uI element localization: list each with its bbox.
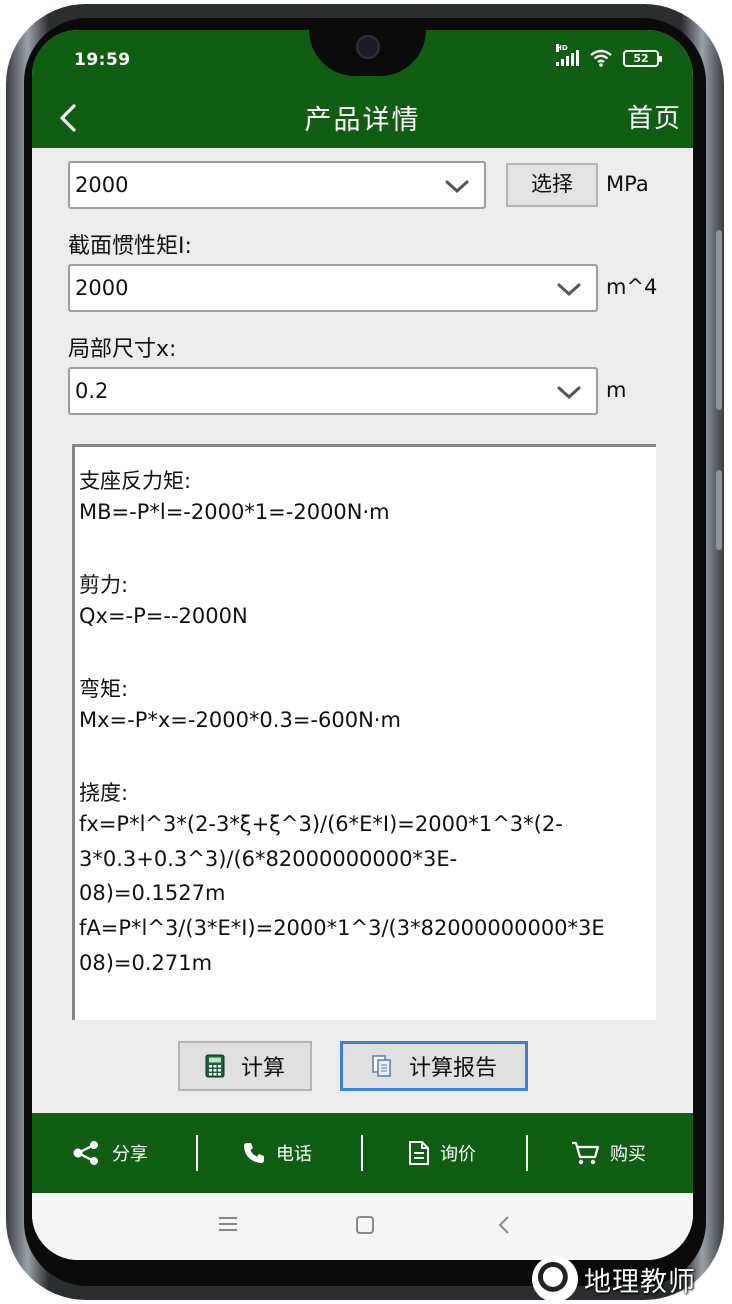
result-line: 08)=0.271m [79,951,213,975]
globe-icon [532,1256,578,1302]
home-square-icon[interactable] [354,1215,376,1235]
chevron-down-icon [557,386,581,400]
result-line: 剪力: [79,573,129,597]
phone-label: 电话 [276,1144,312,1165]
wifi-icon [590,49,612,67]
phone-screen: 19:59 HD 52 产品详情 首页 2000 选择 MPa 截面惯性矩I: … [32,30,693,1260]
inertia-label: 截面惯性矩I: [68,234,192,259]
result-line: 支座反力矩: [79,469,192,493]
copy-document-icon [372,1055,391,1077]
main-content: 2000 选择 MPa 截面惯性矩I: 2000 m^4 局部尺寸x: 0.2 … [32,148,693,1113]
result-line: fA=P*l^3/(3*E*I)=2000*1^3/(3*82000000000… [79,916,605,940]
report-button[interactable]: 计算报告 [340,1041,528,1091]
phone-button[interactable]: 电话 [242,1113,312,1193]
modulus-combo[interactable]: 2000 [68,161,486,209]
share-icon [73,1141,98,1165]
watermark: 地理教师 [532,1254,732,1304]
local-size-unit: m [606,378,627,402]
network-hd-label: HD [556,44,568,52]
cart-icon [572,1141,600,1165]
local-size-combo[interactable]: 0.2 [68,367,598,415]
modulus-value: 2000 [75,173,129,197]
buy-button[interactable]: 购买 [570,1113,646,1193]
status-time: 19:59 [74,50,131,70]
status-icons: HD 52 [556,44,662,67]
chevron-down-icon [445,180,469,194]
back-triangle-icon[interactable] [495,1215,515,1235]
inquiry-label: 询价 [440,1144,476,1165]
document-icon [409,1141,429,1165]
result-line: Mx=-P*x=-2000*0.3=-600N·m [79,708,401,732]
bottom-action-bar: 分享 电话 询价 购买 [32,1113,693,1193]
result-line: 弯矩: [79,677,129,701]
share-label: 分享 [112,1144,148,1165]
camera-notch [309,30,426,76]
inquiry-button[interactable]: 询价 [408,1113,476,1193]
result-line: 08)=0.1527m [79,881,226,905]
status-bar: 19:59 HD 52 [32,30,693,88]
inertia-unit: m^4 [606,275,658,299]
local-size-value: 0.2 [75,379,109,403]
menu-icon[interactable] [217,1215,239,1233]
chevron-down-icon [557,283,581,297]
signal-icon: HD [556,44,579,66]
divider [526,1135,528,1171]
phone-icon [244,1143,264,1163]
inertia-value: 2000 [75,276,129,300]
calculate-label: 计算 [240,1056,285,1081]
result-line: MB=-P*l=-2000*1=-2000N·m [79,500,390,524]
title-bar: 产品详情 首页 [32,88,693,148]
result-line: fx=P*l^3*(2-3*ξ+ξ^3)/(6*E*I)=2000*1^3*(2… [79,812,563,836]
volume-button [716,230,722,410]
system-nav-bar [32,1193,693,1260]
result-textarea[interactable]: 支座反力矩: MB=-P*l=-2000*1=-2000N·m 剪力: Qx=-… [72,444,656,1020]
inertia-combo[interactable]: 2000 [68,264,598,312]
divider [196,1135,198,1171]
divider [361,1135,363,1171]
watermark-text: 地理教师 [584,1266,696,1298]
calculate-button[interactable]: 计算 [178,1041,312,1091]
local-size-label: 局部尺寸x: [68,337,177,362]
power-button [716,470,722,550]
result-line: 3*0.3+0.3^3)/(6*82000000000*3E- [79,847,458,871]
page-title: 产品详情 [304,105,421,136]
share-button[interactable]: 分享 [72,1113,148,1193]
result-line: 挠度: [79,781,129,805]
result-line: Qx=-P=--2000N [79,604,248,628]
battery-icon: 52 [623,49,662,67]
report-label: 计算报告 [408,1056,497,1081]
buy-label: 购买 [610,1144,646,1165]
home-link[interactable]: 首页 [627,98,681,135]
select-button[interactable]: 选择 [506,163,598,207]
camera-icon [356,35,380,59]
modulus-unit: MPa [606,172,649,196]
calculator-icon [205,1054,225,1078]
